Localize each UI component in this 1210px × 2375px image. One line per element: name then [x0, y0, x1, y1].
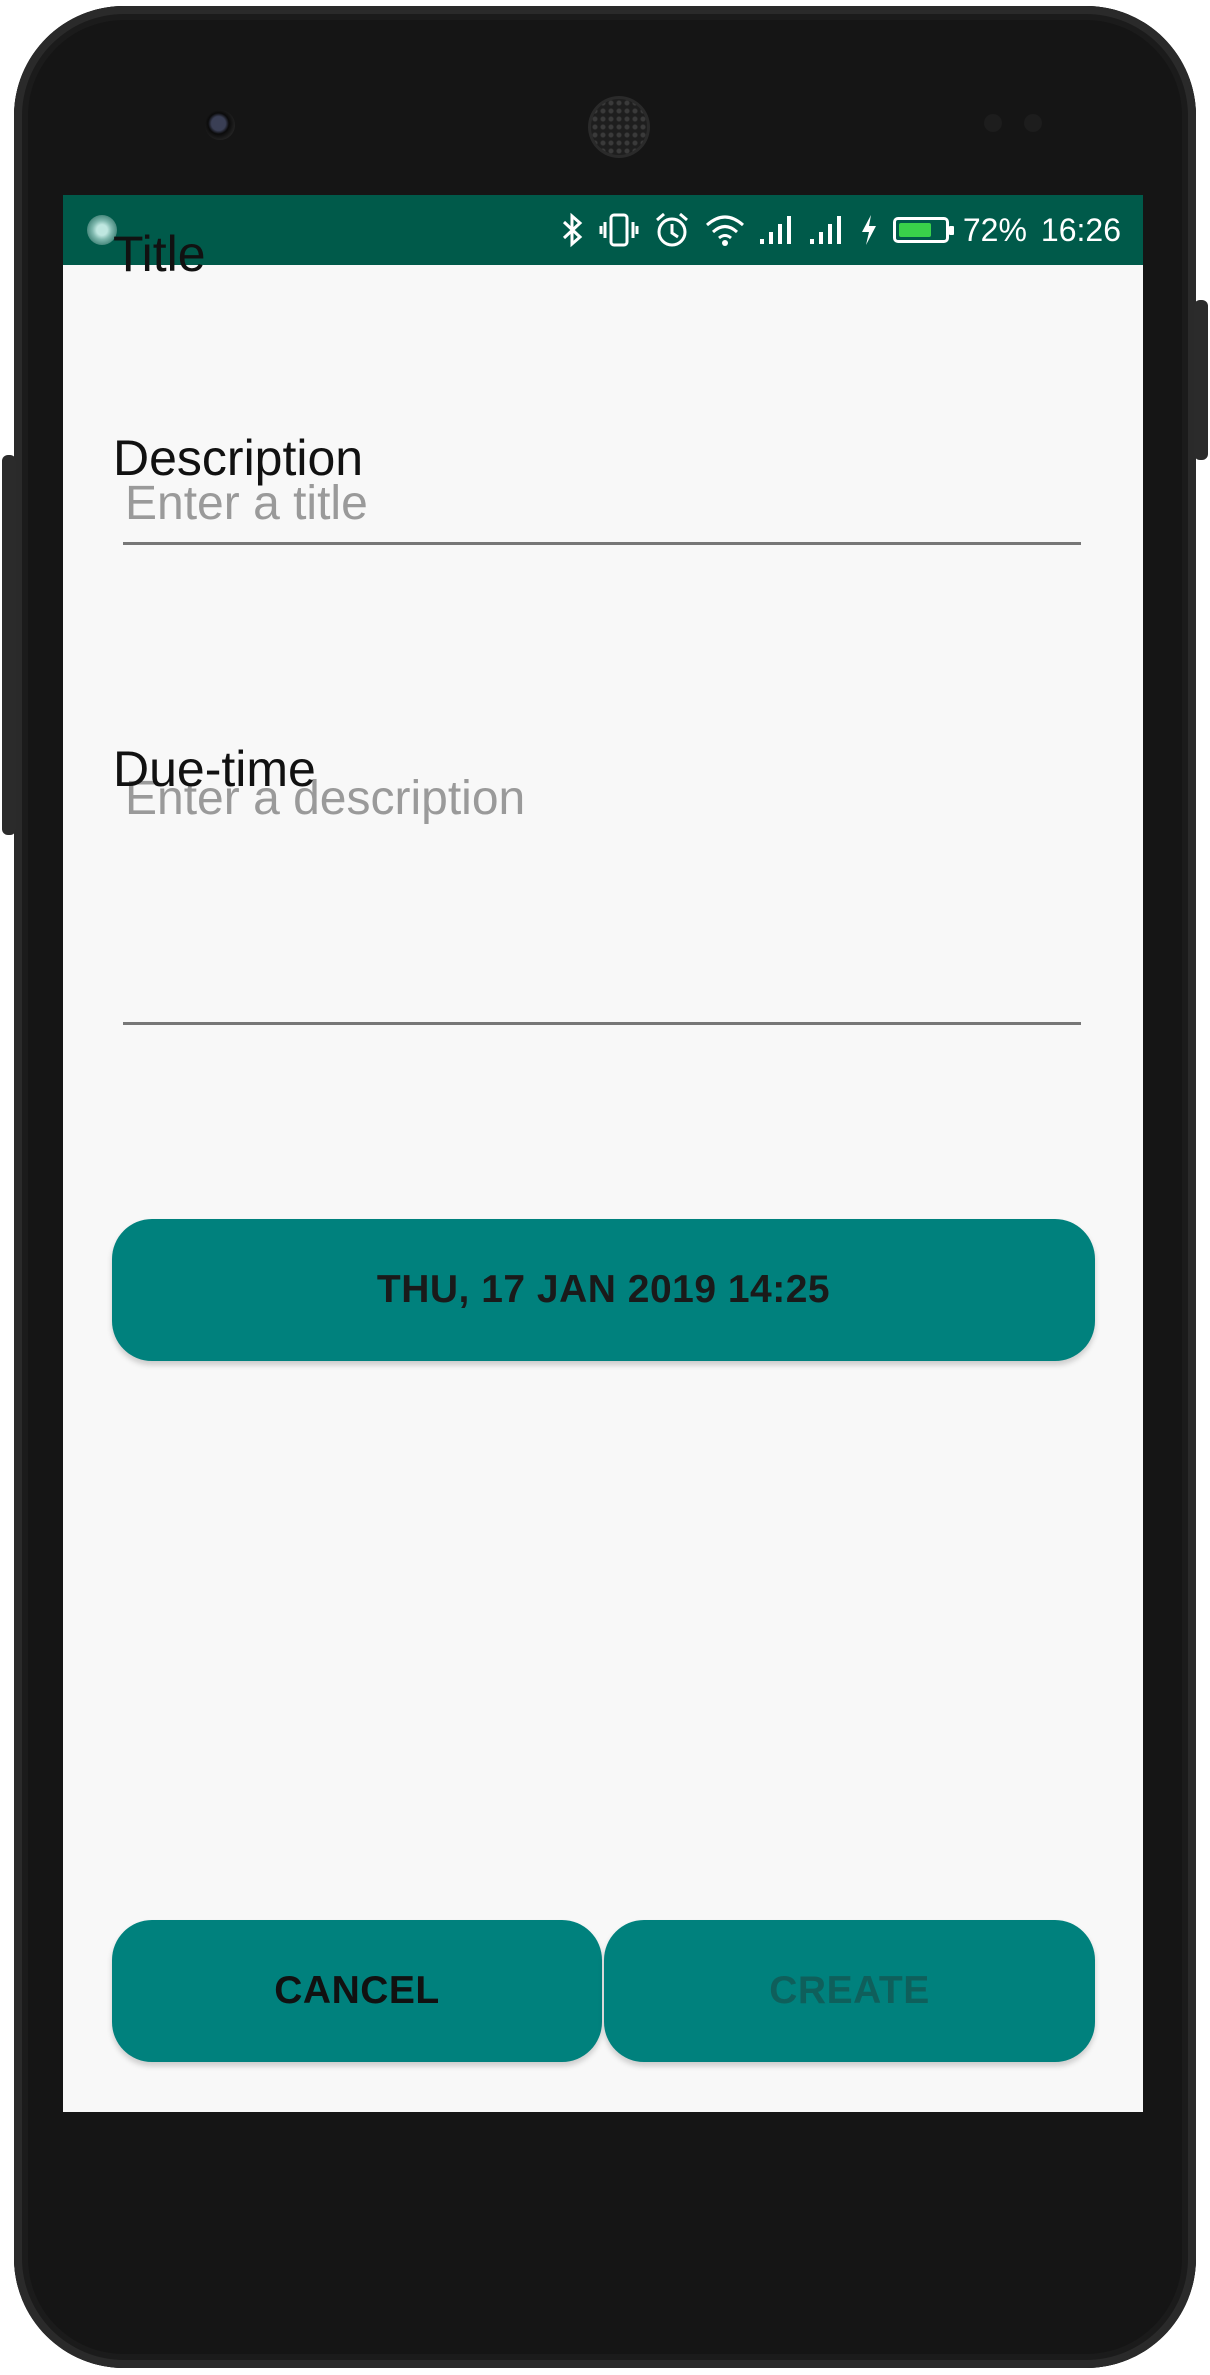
bluetooth-icon [561, 212, 585, 248]
battery-icon [892, 217, 954, 243]
cancel-button[interactable]: CANCEL [112, 1920, 602, 2062]
vibrate-icon [599, 212, 639, 248]
earpiece-speaker [591, 99, 647, 155]
status-bar: 72% 16:26 [63, 195, 1143, 265]
status-time: 16:26 [1040, 211, 1121, 248]
front-camera [205, 110, 235, 140]
app-screen: 72% 16:26 Title Description Due-time THU… [63, 195, 1143, 2112]
battery-percent: 72% [962, 211, 1027, 248]
description-label-text: Description [113, 430, 364, 486]
proximity-sensor [984, 114, 1002, 132]
signal-icon [759, 215, 795, 245]
title-label-text: Title [113, 226, 206, 282]
volume-button [2, 455, 16, 835]
signal-icon [809, 215, 845, 245]
light-sensor [1024, 114, 1042, 132]
charging-icon [859, 214, 879, 246]
create-button-label: CREATE [769, 1969, 930, 2012]
wifi-icon [705, 213, 745, 247]
alarm-icon [653, 211, 691, 249]
due-time-label-text: Due-time [113, 741, 316, 797]
power-button [1194, 300, 1208, 460]
create-button[interactable]: CREATE [604, 1920, 1095, 2062]
due-time-button[interactable]: THU, 17 JAN 2019 14:25 [112, 1219, 1095, 1361]
due-time-button-label: THU, 17 JAN 2019 14:25 [376, 1268, 831, 1311]
status-icons: 72% 16:26 [561, 203, 1121, 257]
cancel-button-label: CANCEL [274, 1969, 440, 2012]
